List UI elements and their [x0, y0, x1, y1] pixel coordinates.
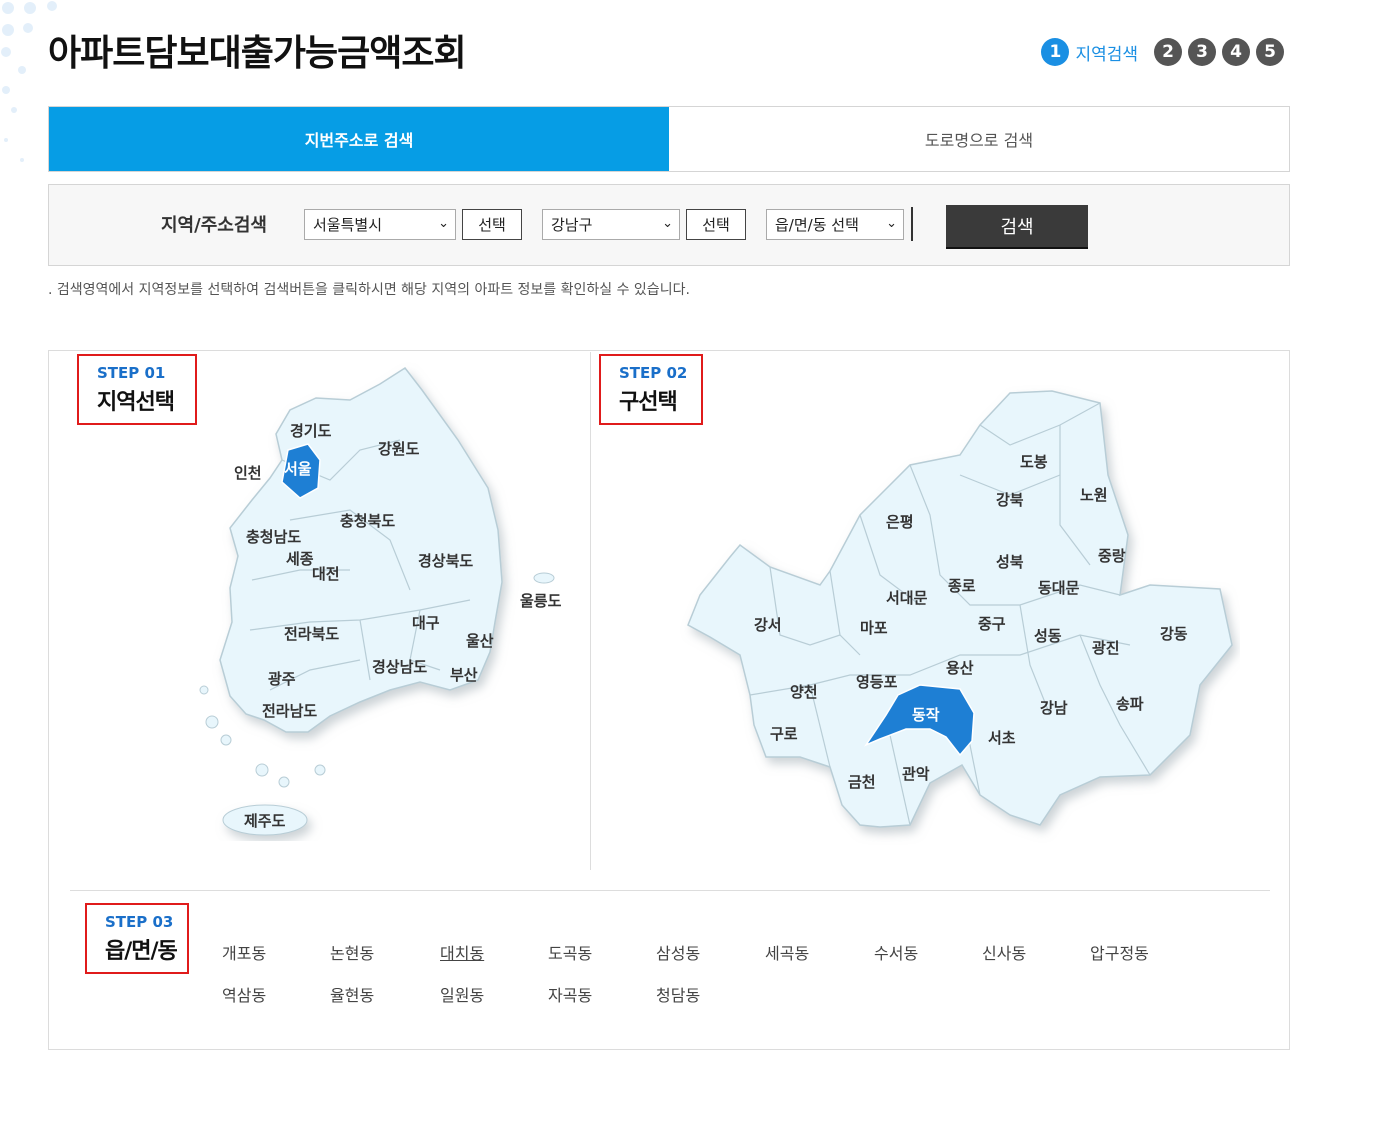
- seoul-label-jongno[interactable]: 종로: [948, 577, 976, 595]
- divider: [590, 352, 591, 870]
- dong-select-value: 읍/면/동 선택: [775, 216, 859, 234]
- seoul-outline-shape: [687, 390, 1233, 828]
- korea-label-daejeon[interactable]: 대전: [312, 565, 340, 583]
- dong-link-gaepo[interactable]: 개포동: [222, 940, 266, 964]
- korea-label-gyeongbuk[interactable]: 경상북도: [418, 552, 473, 570]
- step-1-badge: 1: [1041, 38, 1070, 66]
- step2-tag: STEP 02: [619, 364, 688, 382]
- sido-select-value: 서울특별시: [313, 216, 383, 234]
- step-1-label: 지역검색: [1075, 44, 1138, 65]
- step3-name: 읍/면/동: [105, 939, 178, 964]
- dong-link-suseo[interactable]: 수서동: [874, 940, 918, 964]
- seoul-label-dobong[interactable]: 도봉: [1020, 453, 1048, 471]
- ulleungdo-island[interactable]: [533, 572, 555, 584]
- seoul-label-yongsan[interactable]: 용산: [946, 659, 974, 677]
- seoul-label-jungnang[interactable]: 중랑: [1098, 547, 1126, 565]
- seoul-label-gwanak[interactable]: 관악: [902, 765, 930, 783]
- sido-select[interactable]: 서울특별시 ⌄: [304, 209, 456, 240]
- korea-label-jeju[interactable]: 제주도: [244, 812, 286, 830]
- tab-road-name-address[interactable]: 도로명으로 검색: [669, 107, 1289, 171]
- seoul-label-eunpyeong[interactable]: 은평: [886, 513, 914, 531]
- tab-jibun-address[interactable]: 지번주소로 검색: [49, 107, 669, 171]
- sigungu-select-button[interactable]: 선택: [686, 209, 746, 240]
- seoul-map[interactable]: 도봉 노원 강북 은평 성북 중랑 종로 동대문 서대문 강서 마포 중구 성동…: [680, 385, 1240, 845]
- seoul-label-junggu[interactable]: 중구: [978, 615, 1006, 633]
- korea-label-incheon[interactable]: 인천: [234, 464, 262, 482]
- dong-link-nonhyeon[interactable]: 논현동: [330, 940, 374, 964]
- dong-link-yulhyeon[interactable]: 율현동: [330, 982, 374, 1006]
- seoul-label-yeongdeungpo[interactable]: 영등포: [856, 673, 898, 691]
- dong-link-segok[interactable]: 세곡동: [765, 940, 809, 964]
- step-3-badge: 3: [1188, 38, 1216, 66]
- seoul-label-nowon[interactable]: 노원: [1080, 486, 1108, 504]
- dong-link-cheongdam[interactable]: 청담동: [656, 982, 700, 1006]
- seoul-label-seongbuk[interactable]: 성북: [996, 553, 1024, 571]
- korea-label-chungnam[interactable]: 충청남도: [246, 528, 301, 546]
- step3-tag: STEP 03: [105, 913, 174, 931]
- chevron-down-icon: ⌄: [662, 216, 673, 231]
- seoul-label-dongdaemun[interactable]: 동대문: [1038, 579, 1080, 597]
- korea-label-jeonnam[interactable]: 전라남도: [262, 702, 317, 720]
- chevron-down-icon: ⌄: [438, 216, 449, 231]
- dong-link-daechi[interactable]: 대치동: [440, 940, 484, 964]
- seoul-label-dongjak[interactable]: 동작: [912, 706, 940, 724]
- seoul-label-gangseo[interactable]: 강서: [754, 616, 782, 634]
- help-text: . 검색영역에서 지역정보를 선택하여 검색버튼을 클릭하시면 해당 지역의 아…: [48, 282, 690, 298]
- search-button[interactable]: 검색: [946, 205, 1088, 247]
- step1-box: STEP 01 지역선택: [77, 354, 197, 425]
- dong-link-apgujeong[interactable]: 압구정동: [1090, 940, 1149, 964]
- dong-select[interactable]: 읍/면/동 선택 ⌄: [766, 209, 904, 240]
- search-label: 지역/주소검색: [161, 215, 267, 236]
- divider: [911, 207, 913, 241]
- dong-link-samseong[interactable]: 삼성동: [656, 940, 700, 964]
- seoul-label-gangnam[interactable]: 강남: [1040, 699, 1068, 717]
- korea-label-sejong[interactable]: 세종: [286, 550, 314, 568]
- dong-link-sinsa[interactable]: 신사동: [982, 940, 1026, 964]
- seoul-label-seodaemun[interactable]: 서대문: [886, 589, 928, 607]
- korea-label-gangwon[interactable]: 강원도: [378, 440, 420, 458]
- divider: [70, 890, 1270, 891]
- korea-label-busan[interactable]: 부산: [450, 666, 478, 684]
- korea-map[interactable]: 경기도 강원도 인천 서울 충청북도 충청남도 세종 대전 경상북도 울릉도 대…: [190, 360, 570, 850]
- step-4-badge: 4: [1222, 38, 1250, 66]
- dong-link-jagok[interactable]: 자곡동: [548, 982, 592, 1006]
- korea-label-ulsan[interactable]: 울산: [466, 632, 494, 650]
- korea-label-gyeongnam[interactable]: 경상남도: [372, 658, 427, 676]
- korea-label-jeonbuk[interactable]: 전라북도: [284, 625, 339, 643]
- seoul-label-gangbuk[interactable]: 강북: [996, 491, 1024, 509]
- chevron-down-icon: ⌄: [886, 216, 897, 231]
- sigungu-select-value: 강남구: [551, 216, 593, 234]
- step-5-badge: 5: [1256, 38, 1284, 66]
- seoul-label-yangcheon[interactable]: 양천: [790, 683, 818, 701]
- seoul-label-gangdong[interactable]: 강동: [1160, 625, 1188, 643]
- step3-box: STEP 03 읍/면/동: [85, 903, 189, 974]
- seoul-label-songpa[interactable]: 송파: [1116, 695, 1144, 713]
- sido-select-button[interactable]: 선택: [462, 209, 522, 240]
- korea-label-gwangju[interactable]: 광주: [268, 670, 296, 688]
- korea-label-seoul[interactable]: 서울: [284, 460, 312, 478]
- step1-name: 지역선택: [97, 390, 175, 415]
- seoul-label-geumcheon[interactable]: 금천: [848, 773, 876, 791]
- korea-label-daegu[interactable]: 대구: [412, 614, 440, 632]
- step1-tag: STEP 01: [97, 364, 166, 382]
- step-2-badge: 2: [1154, 38, 1182, 66]
- seoul-label-gwangjin[interactable]: 광진: [1092, 639, 1120, 657]
- page-title: 아파트담보대출가능금액조회: [48, 33, 467, 74]
- seoul-label-seocho[interactable]: 서초: [988, 729, 1016, 747]
- dong-link-yeoksam[interactable]: 역삼동: [222, 982, 266, 1006]
- sigungu-select[interactable]: 강남구 ⌄: [542, 209, 680, 240]
- search-panel: 지역/주소검색 서울특별시 ⌄ 선택 강남구 ⌄ 선택 읍/면/동 선택 ⌄ 검…: [48, 184, 1290, 266]
- step-indicator: 1 지역검색 2 3 4 5: [1041, 38, 1284, 66]
- dong-link-dogok[interactable]: 도곡동: [548, 940, 592, 964]
- seoul-label-guro[interactable]: 구로: [770, 725, 798, 743]
- korea-label-ulleungdo[interactable]: 울릉도: [520, 592, 562, 610]
- seoul-label-mapo[interactable]: 마포: [860, 619, 888, 637]
- search-type-tabs: 지번주소로 검색 도로명으로 검색: [48, 106, 1290, 172]
- dong-link-irwon[interactable]: 일원동: [440, 982, 484, 1006]
- korea-label-gyeonggi[interactable]: 경기도: [290, 422, 332, 440]
- seoul-label-seongdong[interactable]: 성동: [1034, 627, 1062, 645]
- korea-label-chungbuk[interactable]: 충청북도: [340, 512, 395, 530]
